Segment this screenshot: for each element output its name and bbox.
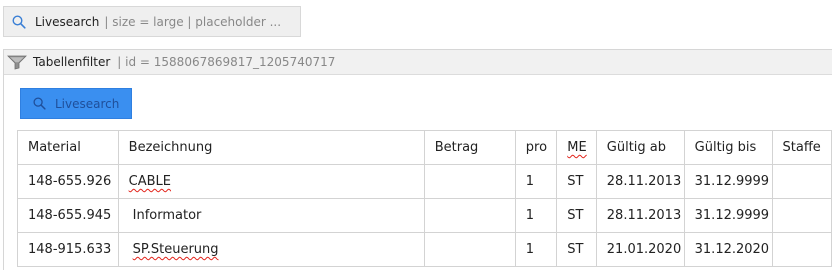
cell-bezeichnung-text: CABLE — [128, 174, 172, 189]
column-header-gueltig-bis[interactable]: Gültig bis — [683, 130, 773, 165]
livesearch-chip-meta: | size = large | placeholder ... — [104, 14, 282, 29]
column-header-bezeichnung[interactable]: Bezeichnung — [117, 130, 425, 165]
cell-me: ST — [556, 232, 597, 267]
column-header-pro[interactable]: pro — [514, 130, 558, 165]
column-header-betrag[interactable]: Betrag — [423, 130, 516, 165]
tabellenfilter-header: Tabellenfilter | id = 1588067869817_1205… — [4, 50, 832, 75]
cell-bezeichnung: Informator — [117, 198, 425, 233]
funnel-icon — [7, 54, 27, 70]
cell-me: ST — [556, 198, 597, 233]
cell-gueltig-bis: 31.12.9999 — [683, 198, 773, 233]
column-header-gueltig-ab[interactable]: Gültig ab — [595, 130, 685, 165]
cell-bezeichnung-text: SP.Steuerung — [132, 242, 219, 257]
cell-material: 148-915.633 — [17, 232, 119, 267]
cell-staffel — [771, 198, 832, 233]
cell-betrag — [423, 232, 516, 267]
cell-material: 148-655.945 — [17, 198, 119, 233]
cell-gueltig-bis: 31.12.9999 — [683, 164, 773, 199]
tabellenfilter-panel: Tabellenfilter | id = 1588067869817_1205… — [3, 49, 832, 270]
cell-bezeichnung: CABLE — [117, 164, 425, 199]
cell-bezeichnung: SP.Steuerung — [117, 232, 425, 267]
search-icon — [33, 97, 47, 111]
livesearch-component-chip[interactable]: Livesearch | size = large | placeholder … — [3, 6, 301, 37]
cell-gueltig-ab: 21.01.2020 — [595, 232, 685, 267]
table-row[interactable]: 148-655.926 CABLE 1 ST 28.11.2013 31.12.… — [17, 164, 832, 199]
column-header-me-label: ME — [567, 140, 587, 155]
cell-pro: 1 — [514, 232, 558, 267]
table-header-row: Material Bezeichnung Betrag pro ME Gülti… — [17, 130, 832, 165]
cell-me: ST — [556, 164, 597, 199]
tabellenfilter-title: Tabellenfilter — [33, 55, 111, 69]
column-header-me[interactable]: ME — [556, 130, 597, 165]
cell-gueltig-ab: 28.11.2013 — [595, 198, 685, 233]
table-row[interactable]: 148-655.945 Informator 1 ST 28.11.2013 3… — [17, 198, 832, 233]
livesearch-button[interactable]: Livesearch — [20, 88, 132, 119]
cell-pro: 1 — [514, 198, 558, 233]
cell-betrag — [423, 164, 516, 199]
cell-gueltig-bis: 31.12.2020 — [683, 232, 773, 267]
cell-staffel — [771, 164, 832, 199]
column-header-staffel[interactable]: Staffe — [771, 130, 832, 165]
cell-staffel — [771, 232, 832, 267]
livesearch-button-label: Livesearch — [55, 96, 120, 111]
price-table: Material Bezeichnung Betrag pro ME Gülti… — [17, 130, 832, 267]
table-row[interactable]: 148-915.633 SP.Steuerung 1 ST 21.01.2020… — [17, 232, 832, 267]
livesearch-chip-title: Livesearch — [35, 14, 100, 29]
cell-betrag — [423, 198, 516, 233]
cell-material: 148-655.926 — [17, 164, 119, 199]
cell-pro: 1 — [514, 164, 558, 199]
column-header-material[interactable]: Material — [17, 130, 119, 165]
tabellenfilter-meta: | id = 1588067869817_1205740717 — [117, 55, 336, 69]
cell-gueltig-ab: 28.11.2013 — [595, 164, 685, 199]
search-icon — [12, 14, 28, 30]
